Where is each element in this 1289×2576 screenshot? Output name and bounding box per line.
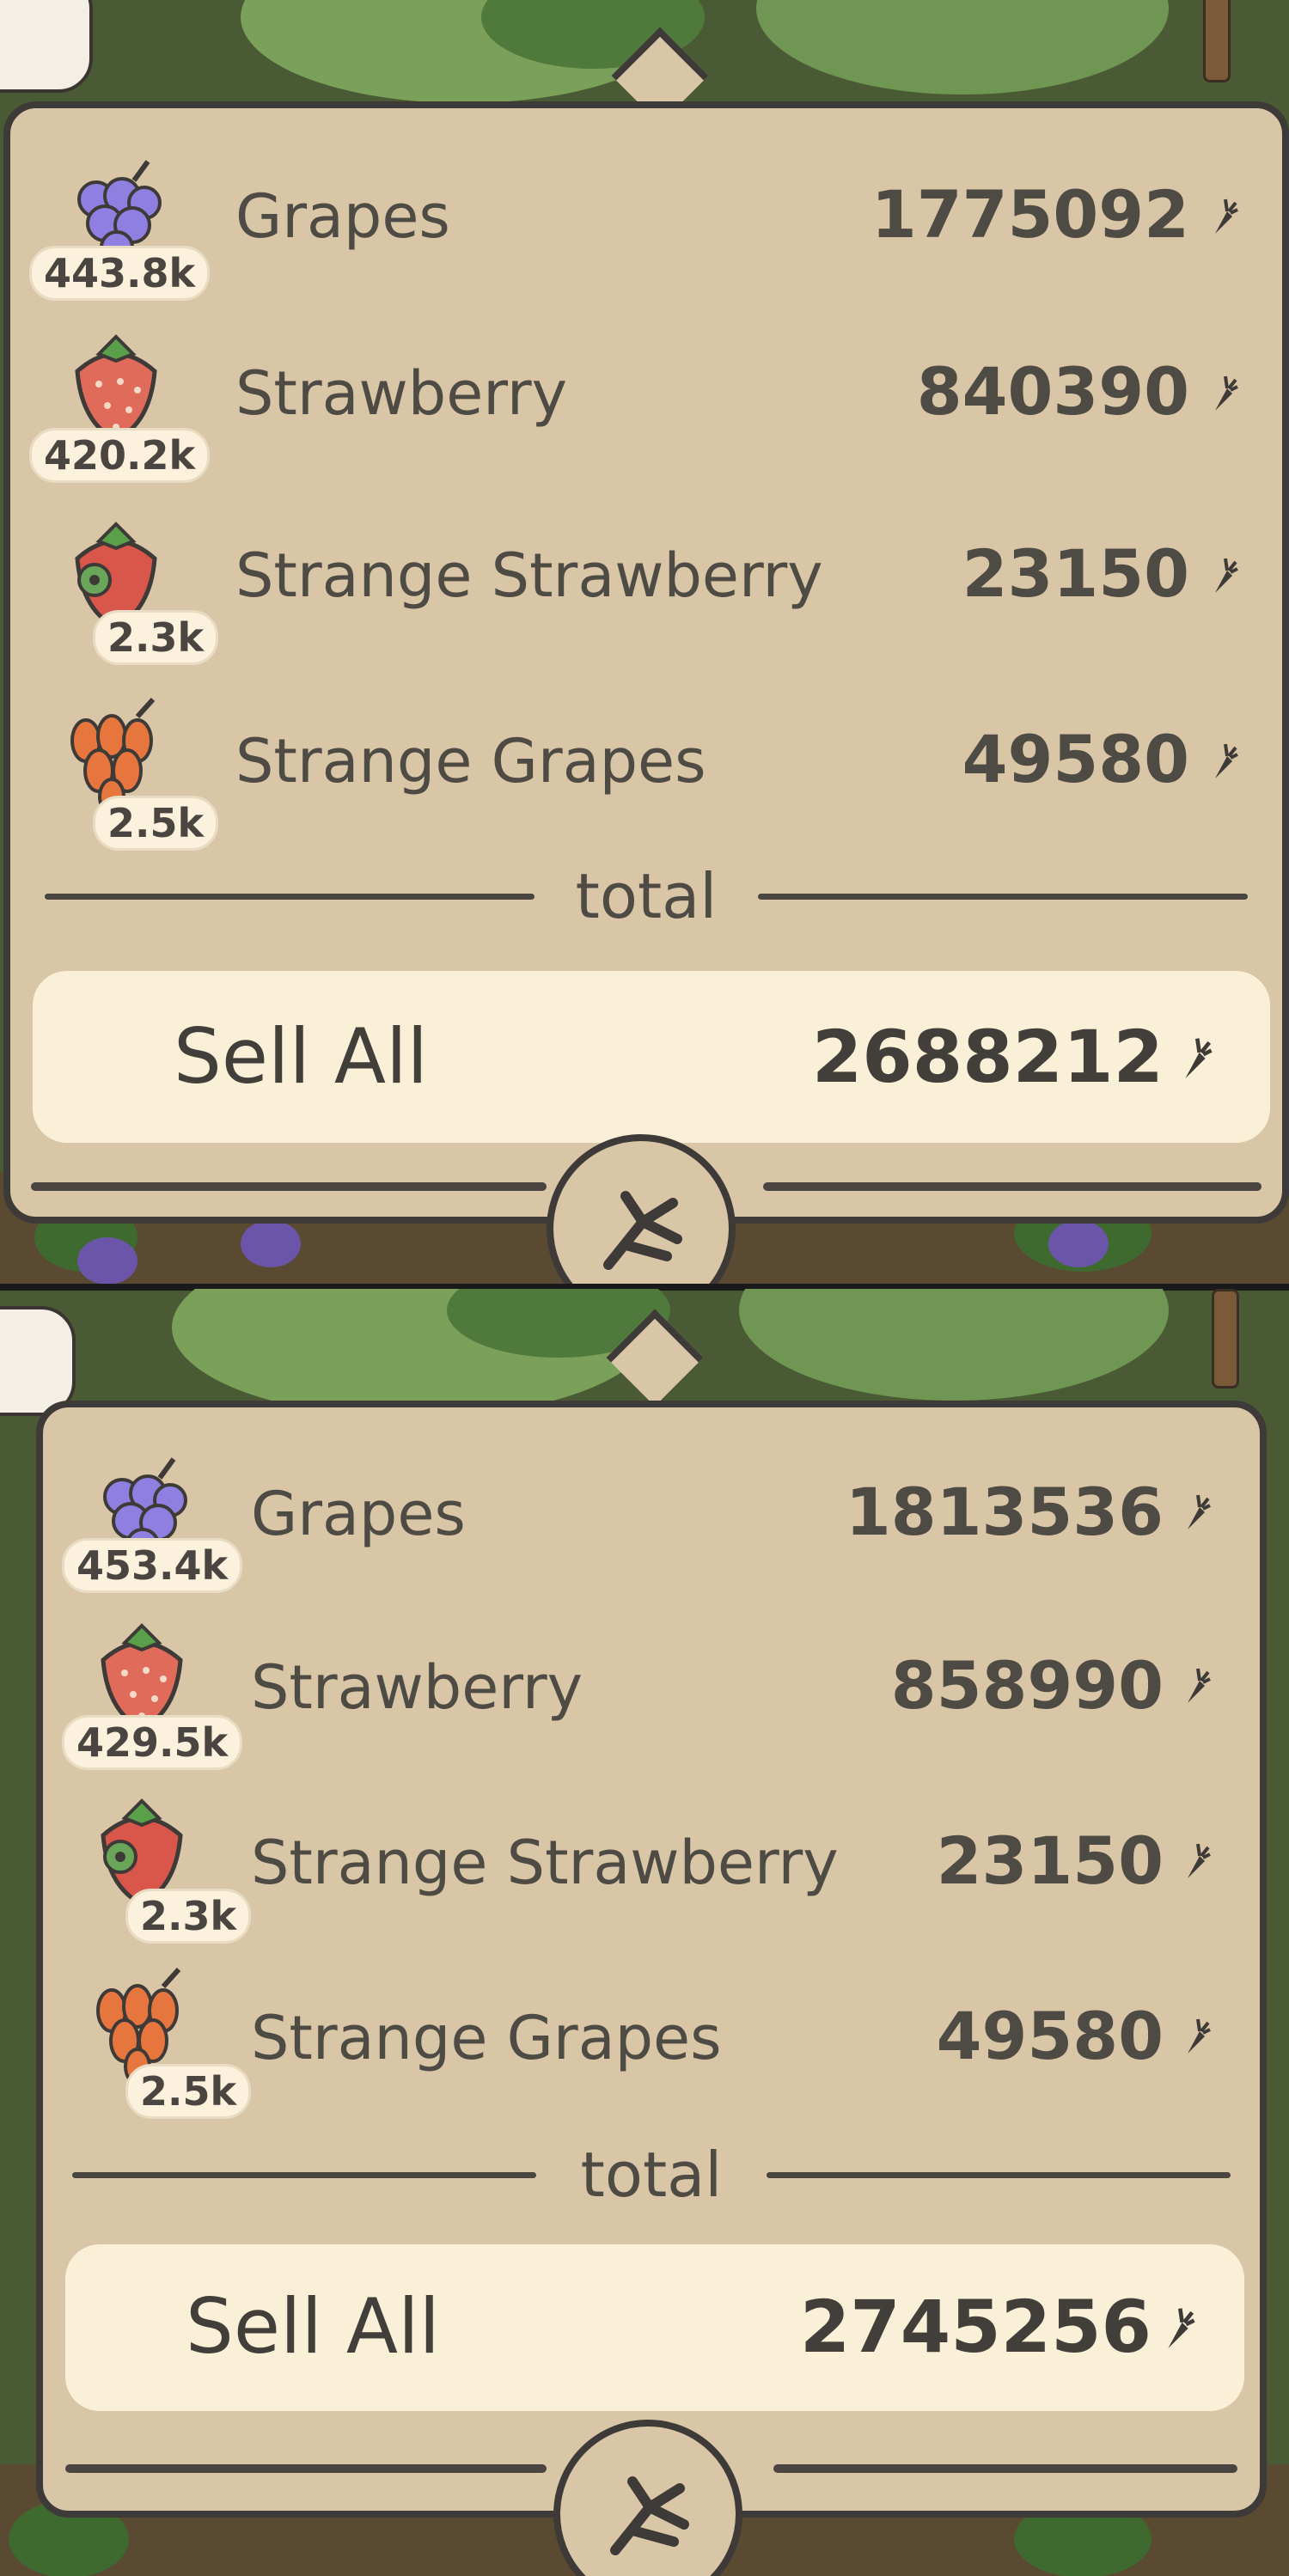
item-name: Strange Grapes xyxy=(235,726,706,797)
item-price: 23150 xyxy=(936,1822,1164,1899)
item-row[interactable]: 429.5k Strawberry 858990 xyxy=(43,1603,1260,1775)
item-row[interactable]: 2.3k Strange Strawberry 23150 xyxy=(10,504,1282,675)
screenshot-bottom: 453.4k Grapes 1813536 429.5k Strawberry … xyxy=(0,1289,1289,2576)
item-price: 49580 xyxy=(936,1998,1164,2074)
sell-panel: 443.8k Grapes 1775092 420.2k Strawberry … xyxy=(3,101,1289,1224)
carrot-icon xyxy=(1168,2308,1195,2349)
bottom-divider xyxy=(65,2464,547,2473)
item-price: 23150 xyxy=(962,535,1189,612)
bottom-divider xyxy=(773,2464,1237,2473)
total-divider: total xyxy=(10,858,1282,935)
total-divider: total xyxy=(43,2136,1260,2213)
sell-all-label: Sell All xyxy=(174,1012,428,1101)
carrot-icon xyxy=(1188,1668,1211,1703)
item-price: 1813536 xyxy=(845,1474,1164,1550)
item-row[interactable]: 453.4k Grapes 1813536 xyxy=(43,1426,1260,1598)
carrot-leaf-icon xyxy=(610,2476,689,2555)
item-name: Strawberry xyxy=(251,1652,583,1723)
carrot-icon xyxy=(1188,1494,1211,1529)
quantity-badge: 2.5k xyxy=(125,2064,252,2119)
carrot-icon xyxy=(1185,1038,1213,1079)
item-name: Strange Grapes xyxy=(251,2003,722,2073)
quantity-badge: 2.3k xyxy=(125,1889,252,1944)
quantity-badge: 420.2k xyxy=(29,428,211,483)
sell-panel: 453.4k Grapes 1813536 429.5k Strawberry … xyxy=(36,1401,1267,2518)
carrot-icon xyxy=(1215,743,1238,778)
item-price: 1775092 xyxy=(871,176,1189,253)
item-price: 840390 xyxy=(916,353,1189,430)
carrot-icon xyxy=(1215,375,1238,411)
item-name: Strange Strawberry xyxy=(251,1828,839,1898)
item-row[interactable]: 443.8k Grapes 1775092 xyxy=(10,134,1282,306)
item-row[interactable]: 420.2k Strawberry 840390 xyxy=(10,320,1282,491)
carrot-icon xyxy=(1188,1843,1211,1878)
carrot-icon xyxy=(1188,2018,1211,2054)
item-name: Strange Strawberry xyxy=(235,540,823,611)
quantity-badge: 429.5k xyxy=(62,1715,243,1770)
sell-all-label: Sell All xyxy=(186,2282,440,2371)
quantity-badge: 443.8k xyxy=(29,246,211,301)
bottom-divider xyxy=(763,1182,1262,1191)
carrot-leaf-icon xyxy=(603,1191,682,1270)
quantity-badge: 453.4k xyxy=(62,1538,243,1593)
quantity-badge: 2.5k xyxy=(93,796,219,851)
quantity-badge: 2.3k xyxy=(93,610,219,665)
screenshot-top: 443.8k Grapes 1775092 420.2k Strawberry … xyxy=(0,0,1289,1285)
sell-all-total: 2745256 xyxy=(799,2285,1152,2369)
sell-all-button[interactable]: Sell All 2745256 xyxy=(65,2244,1244,2411)
bottom-divider xyxy=(31,1182,547,1191)
item-row[interactable]: 2.3k Strange Strawberry 23150 xyxy=(43,1779,1260,1950)
item-name: Grapes xyxy=(251,1479,466,1549)
sell-all-total: 2688212 xyxy=(811,1015,1164,1099)
item-name: Strawberry xyxy=(235,358,568,429)
carrot-icon xyxy=(1215,558,1238,593)
item-row[interactable]: 2.5k Strange Grapes 49580 xyxy=(43,1954,1260,2126)
sell-all-button[interactable]: Sell All 2688212 xyxy=(33,971,1270,1143)
item-row[interactable]: 2.5k Strange Grapes 49580 xyxy=(10,689,1282,861)
item-price: 49580 xyxy=(962,721,1189,797)
carrot-icon xyxy=(1215,198,1238,234)
item-name: Grapes xyxy=(235,181,450,252)
item-price: 858990 xyxy=(890,1647,1164,1724)
